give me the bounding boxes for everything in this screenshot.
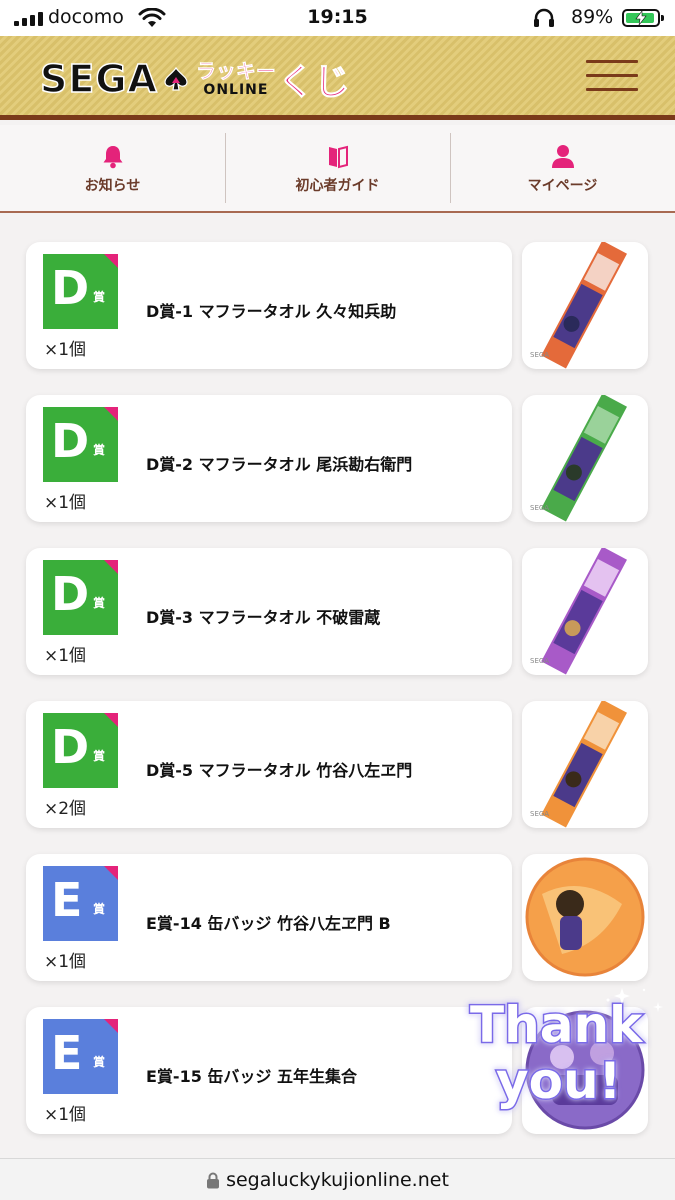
nav-label-my-page: マイページ: [527, 178, 598, 194]
grade-letter: E: [51, 873, 83, 927]
grade-badge: E 賞: [43, 866, 118, 941]
prize-quantity: ×2個: [44, 799, 87, 819]
sega-lucky-kuji-logo[interactable]: SEGA ラッキー ONLINE くじ: [39, 54, 350, 104]
prize-thumbnail[interactable]: SEGA: [522, 242, 648, 369]
nav-item-beginner-guide[interactable]: 初心者ガイド: [225, 125, 450, 211]
nav-item-my-page[interactable]: マイページ: [450, 125, 675, 211]
grade-letter: D: [51, 261, 90, 315]
grade-letter: D: [51, 720, 90, 774]
prize-quantity: ×1個: [44, 493, 87, 513]
grade-letter: D: [51, 567, 90, 621]
grade-badge: D 賞: [43, 560, 118, 635]
prize-title: D賞-5 マフラータオル 竹谷八左ヱ門: [146, 761, 413, 780]
battery-percentage: 89%: [571, 6, 614, 28]
grade-badge: D 賞: [43, 254, 118, 329]
prize-quantity: ×1個: [44, 1105, 87, 1125]
nav-label-news: お知らせ: [84, 178, 141, 194]
hamburger-menu-icon[interactable]: [586, 56, 638, 96]
prize-card[interactable]: D 賞 ×2個 D賞-5 マフラータオル 竹谷八左ヱ門: [26, 701, 512, 828]
battery-charging-icon: [622, 9, 664, 27]
prize-row[interactable]: D 賞 ×1個 D賞-1 マフラータオル 久々知兵助 SEGA: [26, 242, 648, 369]
prize-row[interactable]: D 賞 ×1個 D賞-2 マフラータオル 尾浜勘右衛門 SEGA: [26, 395, 648, 522]
prize-card[interactable]: D 賞 ×1個 D賞-3 マフラータオル 不破雷蔵: [26, 548, 512, 675]
grade-suffix: 賞: [93, 443, 106, 457]
prize-row[interactable]: D 賞 ×2個 D賞-5 マフラータオル 竹谷八左ヱ門 SEGA: [26, 701, 648, 828]
url-text: segaluckykujionline.net: [226, 1169, 449, 1191]
prize-quantity: ×1個: [44, 952, 87, 972]
prize-thumbnail[interactable]: [522, 1007, 648, 1134]
svg-text:SEGA: SEGA: [530, 351, 549, 359]
site-header: SEGA ラッキー ONLINE くじ: [0, 36, 675, 120]
prize-thumbnail[interactable]: SEGA: [522, 701, 648, 828]
prize-card[interactable]: D 賞 ×1個 D賞-2 マフラータオル 尾浜勘右衛門: [26, 395, 512, 522]
logo-sega-text: SEGA: [39, 56, 158, 102]
grade-badge: E 賞: [43, 1019, 118, 1094]
svg-text:SEGA: SEGA: [530, 504, 549, 512]
prize-quantity: ×1個: [44, 646, 87, 666]
prize-row[interactable]: E 賞 ×1個 E賞-14 缶バッジ 竹谷八左ヱ門 B: [26, 854, 648, 981]
grade-letter: E: [51, 1026, 83, 1080]
prize-title: D賞-1 マフラータオル 久々知兵助: [146, 302, 397, 321]
browser-url-bar[interactable]: segaluckykujionline.net: [0, 1158, 675, 1200]
svg-text:SEGA: SEGA: [530, 810, 549, 818]
grade-suffix: 賞: [93, 1055, 106, 1069]
prize-quantity: ×1個: [44, 340, 87, 360]
grade-suffix: 賞: [93, 596, 106, 610]
prize-title: D賞-2 マフラータオル 尾浜勘右衛門: [146, 455, 413, 474]
svg-text:SEGA: SEGA: [530, 657, 549, 665]
logo-online-text: ONLINE: [203, 82, 269, 98]
nav-item-news[interactable]: お知らせ: [0, 125, 225, 211]
status-bar: docomo 19:15 89%: [0, 0, 675, 36]
prize-title: E賞-14 缶バッジ 竹谷八左ヱ門 B: [146, 914, 391, 933]
grade-letter: D: [51, 414, 90, 468]
grade-suffix: 賞: [93, 749, 106, 763]
bell-icon: [103, 146, 122, 169]
headphones-icon: [534, 8, 554, 27]
prize-thumbnail[interactable]: [522, 854, 648, 981]
grade-suffix: 賞: [93, 290, 106, 304]
logo-kuji-text: くじ: [277, 62, 350, 104]
sub-navigation: お知らせ 初心者ガイド マイページ: [0, 125, 675, 213]
book-icon: [328, 145, 348, 169]
spade-icon: [164, 66, 188, 91]
grade-badge: D 賞: [43, 407, 118, 482]
prize-card[interactable]: E 賞 ×1個 E賞-14 缶バッジ 竹谷八左ヱ門 B: [26, 854, 512, 981]
prize-title: E賞-15 缶バッジ 五年生集合: [146, 1067, 357, 1086]
prize-thumbnail[interactable]: SEGA: [522, 395, 648, 522]
person-icon: [551, 145, 574, 168]
prize-row[interactable]: E 賞 ×1個 E賞-15 缶バッジ 五年生集合: [26, 1007, 648, 1134]
prize-card[interactable]: D 賞 ×1個 D賞-1 マフラータオル 久々知兵助: [26, 242, 512, 369]
prize-title: D賞-3 マフラータオル 不破雷蔵: [146, 608, 381, 627]
prize-card[interactable]: E 賞 ×1個 E賞-15 缶バッジ 五年生集合: [26, 1007, 512, 1134]
logo-lucky-text: ラッキー: [195, 59, 277, 83]
prize-thumbnail[interactable]: SEGA: [522, 548, 648, 675]
grade-suffix: 賞: [93, 902, 106, 916]
prize-row[interactable]: D 賞 ×1個 D賞-3 マフラータオル 不破雷蔵 SEGA: [26, 548, 648, 675]
nav-label-beginner-guide: 初心者ガイド: [295, 178, 380, 194]
grade-badge: D 賞: [43, 713, 118, 788]
logo-lucky-online: ラッキー ONLINE: [195, 59, 277, 98]
